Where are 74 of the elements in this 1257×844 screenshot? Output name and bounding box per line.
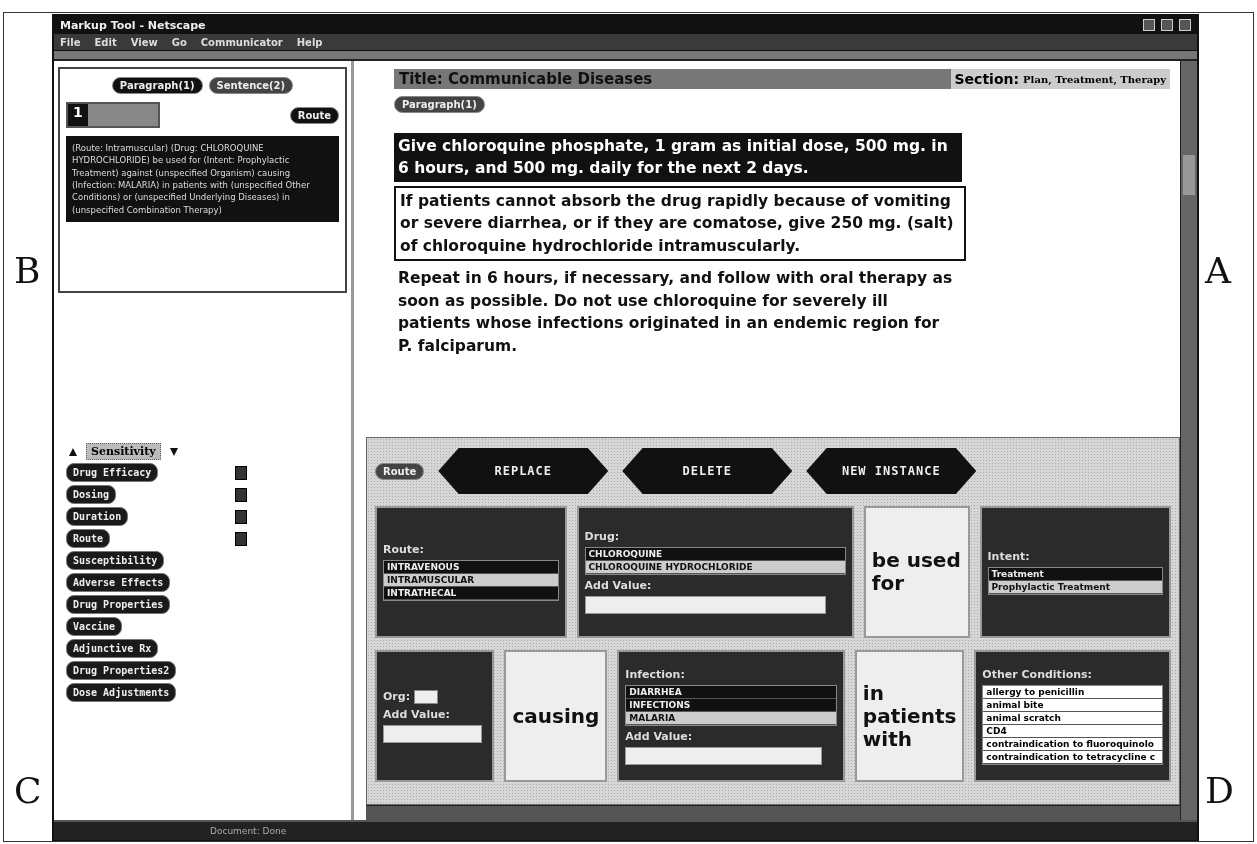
list-option[interactable]: animal scratch [983, 711, 1162, 725]
menu-item[interactable]: View [130, 36, 158, 48]
list-option[interactable]: INFECTIONS [626, 698, 836, 712]
list-option[interactable]: CHLOROQUINE HYDROCHLORIDE [585, 561, 845, 574]
slot-label: Org: [383, 689, 487, 704]
add-value-label: Add Value: [625, 729, 694, 743]
action-button[interactable]: REPLACE [438, 448, 609, 494]
down-arrow-icon[interactable] [168, 446, 179, 457]
concept-button[interactable]: Duration [66, 507, 129, 526]
list-option[interactable]: animal bite [983, 698, 1162, 712]
menu-item[interactable]: Go [171, 36, 187, 48]
connector-text: causing [512, 704, 600, 728]
minimize-button[interactable] [1143, 19, 1155, 31]
annotation-letter: A [1205, 250, 1231, 291]
maximize-button[interactable] [1161, 19, 1173, 31]
vertical-scrollbar[interactable] [1180, 61, 1197, 820]
paragraph-button[interactable]: Paragraph(1) [394, 96, 485, 113]
instance-number: 1 [68, 104, 88, 126]
level-tab[interactable]: Paragraph(1) [111, 77, 203, 94]
status-text: Document: Done [210, 826, 287, 836]
concept-button[interactable]: Vaccine [66, 617, 123, 636]
list-option[interactable]: DIARRHEA [626, 685, 836, 699]
concept-button[interactable]: Adjunctive Rx [66, 639, 159, 658]
list-option[interactable]: CD4 [983, 724, 1162, 738]
menu-item[interactable]: Communicator [200, 36, 283, 48]
connector-text: in patients with [862, 681, 957, 751]
close-button[interactable] [1179, 19, 1191, 31]
add-value-field[interactable] [383, 724, 483, 743]
up-arrow-icon[interactable] [68, 446, 78, 457]
add-value-field[interactable] [625, 746, 822, 765]
add-value-label: Add Value: [584, 579, 653, 592]
annotation-letter: D [1205, 770, 1234, 811]
annotation-letter: C [14, 770, 42, 811]
menu-item[interactable]: Help [296, 36, 323, 48]
slot-label: Other Conditions: [982, 667, 1093, 681]
sentence[interactable]: Repeat in 6 hours, if necessary, and follow with oral therapy as soon as possible. Do not use chloroquine for severely ill patients whose infections originated in an endemic region for P. falciparum. [394, 265, 962, 360]
slot-label: Route: [383, 543, 425, 556]
list-option[interactable]: INTRAMUSCULAR [384, 574, 558, 587]
concept-button[interactable]: Drug Efficacy [66, 463, 159, 482]
current-concept: Sensitivity [86, 443, 161, 460]
slot-label: Drug: [584, 530, 621, 543]
menu-item[interactable]: Edit [94, 36, 117, 48]
list-option[interactable]: INTRATHECAL [384, 587, 558, 600]
add-value-field[interactable] [584, 596, 826, 614]
horizontal-scrollbar[interactable] [366, 805, 1180, 820]
concept-button[interactable]: Susceptibility [66, 551, 165, 570]
slot-label: Infection: [625, 667, 686, 681]
sentence[interactable]: Give chloroquine phosphate, 1 gram as initial dose, 500 mg. in 6 hours, and 500 mg. daily for the next 2 days. [394, 133, 962, 182]
menu-item[interactable]: File [60, 36, 81, 48]
concept-button[interactable]: Adverse Effects [66, 573, 171, 592]
concept-button[interactable]: Drug Properties [66, 595, 171, 614]
concept-button[interactable]: Route [375, 462, 425, 480]
list-option[interactable]: contraindication to tetracycline c [983, 750, 1162, 764]
window-title: Markup Tool - Netscape [60, 18, 207, 32]
list-option[interactable]: Treatment [988, 567, 1162, 581]
annotation-letter: B [14, 250, 41, 291]
action-button[interactable]: NEW INSTANCE [806, 448, 977, 494]
instance-summary: (Route: Intramuscular) (Drug: CHLOROQUINE HYDROCHLORIDE) be used for (Intent: Prophylactic Treatment) against (unspecified Organism) causing (Infection: MALARIA) in patients with (unspecified Other Conditions) or (unspecified Underlying Diseases) in (unspecified Combination Therapy) [66, 136, 339, 222]
list-option[interactable]: contraindication to fluoroquinolo [983, 737, 1162, 751]
connector-text: be used for [871, 549, 962, 595]
concept-button[interactable]: Dose Adjustments [66, 683, 177, 702]
document-title: Title: Communicable Diseases [394, 69, 951, 89]
section-name: Plan, Treatment, Therapy [1023, 73, 1167, 85]
concept-button[interactable]: Route [289, 106, 339, 124]
action-button[interactable]: DELETE [622, 448, 793, 494]
add-value-label: Add Value: [383, 707, 451, 721]
concept-button[interactable]: Drug Properties2 [66, 661, 177, 680]
level-tab[interactable]: Sentence(2) [208, 77, 294, 94]
concept-button[interactable]: Route [66, 529, 111, 548]
concept-button[interactable]: Dosing [66, 485, 117, 504]
sentence[interactable]: If patients cannot absorb the drug rapidly because of vomiting or severe diarrhea, or if they are comatose, give 250 mg. (salt) of chloroquine hydrochloride intramuscularly. [394, 185, 966, 262]
section-label: Section: [953, 71, 1021, 87]
list-option[interactable]: allergy to penicillin [983, 685, 1162, 699]
slot-label: Intent: [987, 549, 1031, 563]
